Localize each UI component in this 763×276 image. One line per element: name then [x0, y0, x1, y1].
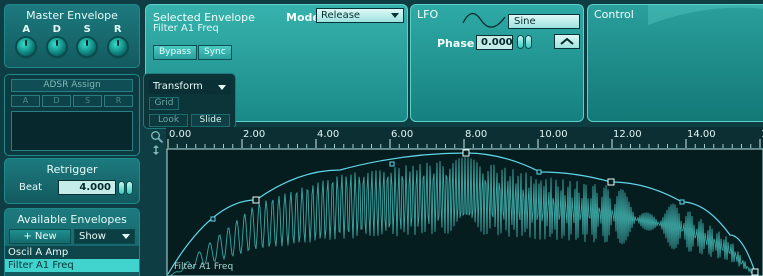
ruler-tick-label: 2.00: [243, 129, 265, 140]
curve-point-handle[interactable]: [252, 196, 260, 204]
curve-point-handle[interactable]: [607, 178, 615, 186]
curve-bend-handle[interactable]: [536, 169, 542, 175]
curve-bend-handle[interactable]: [210, 216, 216, 222]
ruler-tick-label: 10.00: [539, 129, 568, 140]
ruler-tick-label: 12.00: [613, 129, 642, 140]
curve-bend-handle[interactable]: [389, 161, 395, 167]
envelope-editor-window: Master Envelope A D S R ADSR Assign A D …: [0, 0, 763, 276]
ruler-tick-label: 0.00: [169, 129, 191, 140]
ruler-tick-label: 6.00: [391, 129, 413, 140]
curve-bend-handle[interactable]: [679, 199, 685, 205]
curve-point-handle[interactable]: [462, 149, 470, 157]
ruler-tick-label: 8.00: [465, 129, 487, 140]
curve-point-handle[interactable]: [751, 268, 759, 276]
ruler-tick-label: 4.00: [317, 129, 339, 140]
envelope-editor[interactable]: 0.002.004.006.008.0010.0012.0014.0016.0: [0, 0, 763, 276]
curve-name-label: Filter A1 Freq: [174, 262, 234, 272]
ruler-tick-label: 14.00: [687, 129, 716, 140]
